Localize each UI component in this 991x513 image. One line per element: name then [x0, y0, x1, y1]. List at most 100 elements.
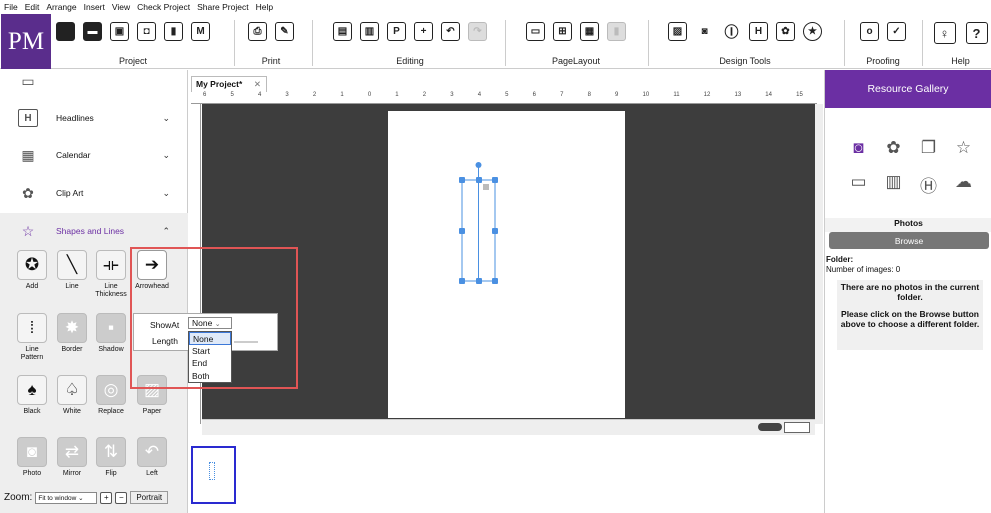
- resize-handle[interactable]: [476, 278, 482, 284]
- redo-icon[interactable]: ↷: [468, 22, 487, 41]
- menu-check-project[interactable]: Check Project: [137, 2, 190, 12]
- sidebar-item-label: Shapes and Lines: [56, 226, 125, 236]
- margins-icon[interactable]: ⊞: [553, 22, 572, 41]
- menu-share-project[interactable]: Share Project: [197, 2, 249, 12]
- menu-insert[interactable]: Insert: [84, 2, 105, 12]
- menu-file[interactable]: File: [4, 2, 18, 12]
- print-preview-icon[interactable]: ✎: [275, 22, 294, 41]
- clipart-icon[interactable]: ✿: [776, 22, 795, 41]
- close-icon[interactable]: ✕: [254, 79, 261, 90]
- grid-icon[interactable]: ▦: [580, 22, 599, 41]
- menu-arrange[interactable]: Arrange: [46, 2, 76, 12]
- resize-handle[interactable]: [476, 177, 482, 183]
- horizontal-scrollbar[interactable]: [202, 419, 815, 435]
- undo-icon[interactable]: ↶: [441, 22, 460, 41]
- ruler-number: 2: [312, 92, 317, 98]
- paste-icon[interactable]: P: [387, 22, 406, 41]
- sidebar-item-previous[interactable]: ▭: [0, 70, 188, 92]
- zoom-select[interactable]: Fit to window ⌄: [35, 491, 98, 504]
- zoom-out-icon[interactable]: −: [115, 491, 128, 504]
- copy-icon[interactable]: ▥: [360, 22, 379, 41]
- resize-handle[interactable]: [492, 278, 498, 284]
- resize-handle[interactable]: [492, 177, 498, 183]
- zoom-slider-thumb[interactable]: [758, 423, 782, 431]
- zoom-bar: Zoom: Fit to window ⌄ + − Portrait: [4, 491, 169, 504]
- chevron-down-icon: ⌄: [162, 187, 170, 198]
- menu-view[interactable]: View: [112, 2, 130, 12]
- star-icon[interactable]: ☆: [950, 138, 977, 158]
- vertical-scrollbar[interactable]: [815, 104, 823, 424]
- browse-button[interactable]: Browse: [829, 232, 989, 249]
- save-icon[interactable]: ▣: [110, 22, 129, 41]
- headline-icon[interactable]: Ⓗ: [915, 172, 942, 197]
- zoom-in-icon[interactable]: +: [100, 491, 113, 504]
- menu-help[interactable]: Help: [256, 2, 273, 12]
- document-page[interactable]: [388, 111, 625, 418]
- open-icon[interactable]: ▬: [83, 22, 102, 41]
- tool-photo[interactable]: ◙ Photo: [15, 437, 49, 478]
- sidebar-item-shapes-and-lines[interactable]: ☆ Shapes and Lines ⌃: [0, 213, 188, 249]
- shapes-icon: ☆: [21, 222, 35, 239]
- camera-icon[interactable]: ◙: [845, 138, 872, 158]
- camera-icon[interactable]: ◙: [695, 22, 714, 41]
- replace-icon: ◎: [96, 375, 126, 405]
- headline-icon[interactable]: H: [749, 22, 768, 41]
- save-as-icon[interactable]: ◘: [137, 22, 156, 41]
- print-icon[interactable]: ⎙: [248, 22, 267, 41]
- layout-icon[interactable]: ▭: [845, 172, 872, 197]
- tool-line-thickness[interactable]: ⟛ Line Thickness: [94, 250, 128, 299]
- shape-icon[interactable]: ★: [803, 22, 822, 41]
- export-icon[interactable]: ▮: [164, 22, 183, 41]
- text-icon[interactable]: Ⓘ: [722, 22, 741, 41]
- ribbon-group-project: ▬ ▣ ◘ ▮ M Project: [53, 14, 213, 69]
- tool-white[interactable]: ♤ White: [55, 375, 89, 416]
- portrait-button[interactable]: Portrait: [130, 491, 169, 504]
- tool-add[interactable]: ✪ Add: [15, 250, 49, 291]
- empty-message-2: Please click on the Browse button above …: [840, 309, 980, 329]
- clipart-icon[interactable]: ✿: [880, 138, 907, 158]
- line-thickness-icon: ⟛: [96, 250, 126, 280]
- ruler-number: 8: [587, 92, 591, 98]
- help-icon[interactable]: ?: [965, 22, 988, 44]
- background-icon[interactable]: ▮: [607, 22, 626, 41]
- sidebar-item-headlines[interactable]: H Headlines ⌄: [0, 100, 188, 136]
- tab-my-project[interactable]: My Project* ✕: [191, 76, 267, 92]
- check-icon[interactable]: ✓: [887, 22, 906, 41]
- sidebar-item-clip-art[interactable]: ✿ Clip Art ⌄: [0, 175, 188, 211]
- template-icon[interactable]: M: [191, 22, 210, 41]
- star-icon: ✪: [17, 250, 47, 280]
- shapes-icon[interactable]: ❐: [915, 138, 942, 158]
- cloud-icon[interactable]: ☁: [950, 172, 977, 197]
- ruler-number: 15: [796, 92, 803, 98]
- new-icon[interactable]: [56, 22, 75, 41]
- tool-shadow[interactable]: ▪ Shadow: [94, 313, 128, 354]
- cut-icon[interactable]: ▤: [333, 22, 352, 41]
- tool-line[interactable]: ╲ Line: [55, 250, 89, 291]
- tool-black[interactable]: ♠ Black: [15, 375, 49, 416]
- resource-gallery-title: Resource Gallery: [825, 70, 991, 108]
- page-thumbnail[interactable]: [191, 446, 236, 504]
- resize-handle[interactable]: [459, 228, 465, 234]
- tool-line-pattern[interactable]: ⁞ Line Pattern: [15, 313, 49, 362]
- columns-icon[interactable]: ▥: [880, 172, 907, 197]
- tool-left[interactable]: ↶ Left: [135, 437, 169, 478]
- image-icon[interactable]: ▨: [668, 22, 687, 41]
- add-page-icon[interactable]: +: [414, 22, 433, 41]
- tool-flip[interactable]: ⇅ Flip: [94, 437, 128, 478]
- ruler-number: 0: [367, 92, 372, 98]
- tips-icon[interactable]: ♀: [933, 22, 956, 44]
- ribbon-label-proofing: Proofing: [866, 56, 900, 66]
- tool-mirror[interactable]: ⇄ Mirror: [55, 437, 89, 478]
- menu-edit[interactable]: Edit: [25, 2, 40, 12]
- view-toggle[interactable]: [784, 422, 810, 433]
- ribbon-label-help: Help: [951, 56, 970, 66]
- flip-icon: ⇅: [96, 437, 126, 467]
- page-size-icon[interactable]: ▭: [526, 22, 545, 41]
- spellcheck-icon[interactable]: o: [860, 22, 879, 41]
- sidebar-item-calendar[interactable]: ▦ Calendar ⌄: [0, 137, 188, 173]
- tool-border[interactable]: ✸ Border: [55, 313, 89, 354]
- tool-replace[interactable]: ◎ Replace: [94, 375, 128, 416]
- resize-handle[interactable]: [459, 177, 465, 183]
- resize-handle[interactable]: [492, 228, 498, 234]
- resize-handle[interactable]: [459, 278, 465, 284]
